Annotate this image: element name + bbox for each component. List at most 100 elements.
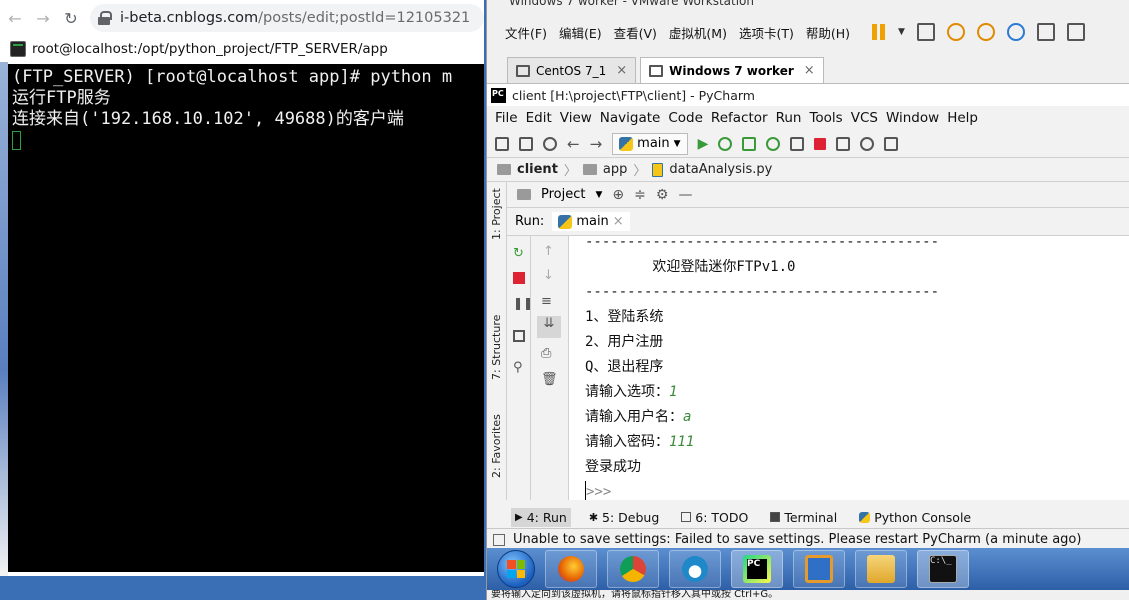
- address-bar[interactable]: i-beta.cnblogs.com/posts/edit;postId=121…: [90, 4, 484, 32]
- scroll-to-end-icon[interactable]: ⇊: [537, 316, 561, 338]
- tab-terminal[interactable]: Terminal: [766, 508, 841, 527]
- menu-vcs[interactable]: VCS: [847, 110, 882, 126]
- vm-menu-edit[interactable]: 编辑(E): [553, 23, 608, 42]
- start-button[interactable]: [497, 550, 535, 588]
- back-arrow-icon[interactable]: ←: [567, 135, 580, 153]
- revert-snapshot-icon[interactable]: [976, 23, 995, 41]
- taskbar-cmd[interactable]: C:\_: [917, 550, 969, 588]
- tool-favorites[interactable]: 2: Favorites: [490, 414, 503, 478]
- sync-icon[interactable]: [543, 136, 557, 151]
- coverage-icon[interactable]: [742, 136, 757, 151]
- menu-run[interactable]: Run: [772, 110, 806, 126]
- vm-menu-view[interactable]: 查看(V): [608, 23, 663, 42]
- vm-menu-tabs[interactable]: 选项卡(T): [733, 23, 800, 42]
- url-path: /posts/edit;postId=12105321: [258, 10, 471, 26]
- vm-menu-help[interactable]: 帮助(H): [800, 23, 856, 42]
- menu-view[interactable]: View: [556, 110, 596, 126]
- search-icon[interactable]: [860, 136, 875, 151]
- taskbar-chrome[interactable]: [607, 550, 659, 588]
- reload-icon[interactable]: ↻: [62, 9, 80, 28]
- tab-debug[interactable]: ✱ 5: Debug: [585, 508, 663, 527]
- open-folder-icon[interactable]: [495, 136, 509, 151]
- chevron-down-icon[interactable]: ▼: [595, 190, 602, 200]
- rerun-icon[interactable]: ↻: [513, 246, 524, 261]
- menu-help[interactable]: Help: [943, 110, 982, 126]
- stop-icon[interactable]: [814, 137, 827, 150]
- pycharm-titlebar[interactable]: PC client [H:\project\FTP\client] - PyCh…: [487, 84, 1129, 106]
- forward-arrow-icon[interactable]: →: [34, 9, 52, 28]
- run-tab-main[interactable]: main ×: [552, 212, 630, 231]
- locate-icon[interactable]: ⊕: [612, 187, 624, 203]
- menu-file[interactable]: File: [491, 110, 522, 126]
- send-keys-icon[interactable]: [916, 23, 935, 41]
- run-config-label: main: [637, 136, 670, 151]
- layout-icon[interactable]: [513, 330, 525, 342]
- guest-taskbar: PC C:\_: [487, 548, 1129, 590]
- debug-icon[interactable]: [718, 136, 733, 151]
- collapse-icon[interactable]: ≑: [634, 187, 646, 203]
- breadcrumb-client[interactable]: client: [517, 162, 558, 177]
- tab-todo[interactable]: 6: TODO: [677, 508, 752, 527]
- windows-logo-icon: [507, 560, 525, 578]
- print-icon[interactable]: ⎙: [541, 346, 551, 361]
- taskbar-pycharm[interactable]: PC: [731, 550, 783, 588]
- tab-run[interactable]: ▶ 4: Run: [511, 507, 571, 527]
- fullscreen-icon[interactable]: [1066, 23, 1085, 41]
- vm-tab-windows7[interactable]: Windows 7 worker ×: [640, 57, 824, 83]
- wrench-icon[interactable]: [836, 136, 851, 151]
- taskbar-filezilla[interactable]: [793, 550, 845, 588]
- menu-code[interactable]: Code: [664, 110, 707, 126]
- tool-project[interactable]: 1: Project: [490, 188, 503, 240]
- pause-icon[interactable]: [872, 24, 886, 40]
- hide-icon[interactable]: —: [678, 187, 692, 203]
- console-prompt-line[interactable]: >>>: [585, 480, 1129, 500]
- vcs-icon[interactable]: [884, 136, 899, 151]
- menu-refactor[interactable]: Refactor: [707, 110, 772, 126]
- vm-menu-file[interactable]: 文件(F): [499, 23, 553, 42]
- vm-tab-centos[interactable]: CentOS 7_1 ×: [507, 57, 637, 83]
- menu-window[interactable]: Window: [882, 110, 943, 126]
- snapshot-manager-icon[interactable]: [1006, 23, 1025, 41]
- arrow-down-icon[interactable]: ↓: [543, 268, 554, 283]
- trash-icon[interactable]: 🗑: [541, 372, 558, 387]
- taskbar-explorer[interactable]: [855, 550, 907, 588]
- gear-icon[interactable]: ⚙: [656, 187, 669, 203]
- run-config-select[interactable]: main ▼: [612, 132, 688, 155]
- terminal-output[interactable]: (FTP_SERVER) [root@localhost app]# pytho…: [8, 64, 484, 572]
- back-arrow-icon[interactable]: ←: [6, 9, 24, 28]
- breadcrumb-file[interactable]: dataAnalysis.py: [669, 162, 772, 177]
- arrow-up-icon[interactable]: ↑: [543, 244, 554, 259]
- sidebar-toggle-icon[interactable]: [1036, 23, 1055, 41]
- close-icon[interactable]: ×: [616, 63, 627, 78]
- tab-python-console[interactable]: Python Console: [855, 508, 975, 527]
- save-icon[interactable]: [519, 136, 533, 151]
- tool-windows-toggle-icon[interactable]: [493, 533, 505, 546]
- concurrency-icon[interactable]: [790, 136, 805, 151]
- url-host: i-beta.cnblogs.com: [120, 10, 259, 26]
- forward-arrow-icon[interactable]: →: [590, 135, 603, 153]
- tool-structure[interactable]: 7: Structure: [490, 315, 503, 380]
- menu-tools[interactable]: Tools: [805, 110, 846, 126]
- project-selector[interactable]: Project: [541, 187, 585, 202]
- close-icon[interactable]: ×: [613, 214, 624, 229]
- vm-menu-vm[interactable]: 虚拟机(M): [663, 23, 733, 42]
- snapshot-icon[interactable]: [946, 23, 965, 41]
- chevron-down-icon[interactable]: ▼: [898, 27, 905, 37]
- project-icon: [517, 189, 531, 200]
- status-bar: Unable to save settings: Failed to save …: [487, 528, 1129, 550]
- breadcrumb-app[interactable]: app: [603, 162, 627, 177]
- taskbar-edge[interactable]: [669, 550, 721, 588]
- close-icon[interactable]: ×: [804, 63, 815, 78]
- soft-wrap-icon[interactable]: ≡: [541, 294, 552, 309]
- run-icon[interactable]: ▶: [698, 136, 709, 152]
- profile-icon[interactable]: [766, 136, 781, 151]
- pin-icon[interactable]: ⚲: [513, 360, 523, 375]
- taskbar-firefox[interactable]: [545, 550, 597, 588]
- console-user-input: 111: [669, 434, 695, 450]
- stop-icon[interactable]: [513, 272, 525, 284]
- terminal-titlebar[interactable]: root@localhost:/opt/python_project/FTP_S…: [0, 36, 484, 62]
- menu-navigate[interactable]: Navigate: [596, 110, 665, 126]
- menu-edit[interactable]: Edit: [522, 110, 556, 126]
- status-message[interactable]: Unable to save settings: Failed to save …: [513, 532, 1081, 547]
- run-console[interactable]: ----------------------------------------…: [569, 236, 1129, 500]
